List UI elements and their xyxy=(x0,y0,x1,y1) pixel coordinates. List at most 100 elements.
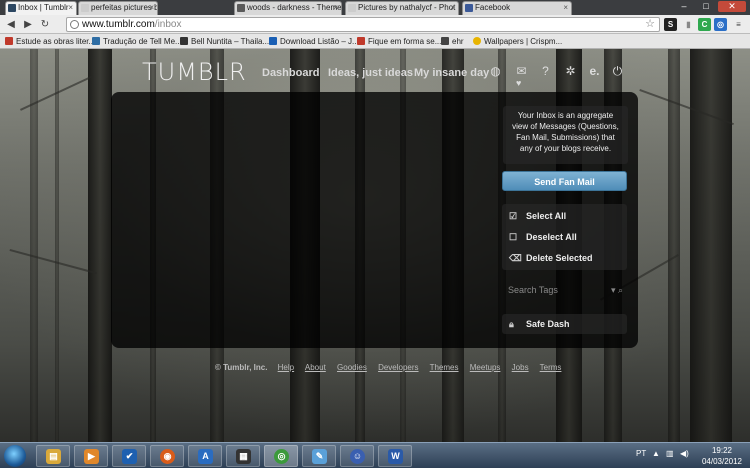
close-tab-icon[interactable]: × xyxy=(563,2,568,14)
show-hidden-icons-icon[interactable]: ▲ xyxy=(652,449,660,458)
bookmarks-bar: Estude as obras liter... Tradução de Tel… xyxy=(0,34,750,49)
taskbar-button[interactable]: ▤ xyxy=(36,445,70,467)
e-icon[interactable]: e. xyxy=(587,64,602,79)
minimize-window-icon[interactable]: – xyxy=(674,1,694,12)
facebook-favicon-icon xyxy=(465,4,473,12)
safe-dash-toggle[interactable]: 🔒︎ Safe Dash xyxy=(502,314,627,334)
bookmark-label: Bell Nuntita – Thaila... xyxy=(191,37,270,46)
tab-perfeitas-pictures[interactable]: perfeitas pictures by nathaly × xyxy=(78,1,158,15)
search-tags-input[interactable]: Search Tags ▾ ⌕ xyxy=(502,282,627,298)
taskbar-button[interactable]: ▦ xyxy=(226,445,260,467)
bookmark-label: Download Listão – J... xyxy=(280,37,359,46)
footer-link-about[interactable]: About xyxy=(305,363,326,372)
bookmark-favicon-icon xyxy=(473,37,481,45)
maximize-window-icon[interactable]: □ xyxy=(696,1,716,12)
tumblr-logo[interactable]: TUMBLR xyxy=(142,58,247,86)
globe-icon[interactable]: ◍ xyxy=(488,64,503,79)
taskbar-button-active[interactable]: ◎ xyxy=(264,445,298,467)
tab-label: Pictures by nathalycf - Phot xyxy=(358,3,456,12)
select-all-button[interactable]: ☑ Select All xyxy=(502,206,627,226)
taskbar-button[interactable]: ☺ xyxy=(340,445,374,467)
footer-copyright: © Tumblr, Inc. xyxy=(215,363,268,372)
forward-arrow-icon[interactable]: ▶ xyxy=(21,18,35,32)
taskbar-button[interactable]: ✔ xyxy=(112,445,146,467)
back-arrow-icon[interactable]: ◀ xyxy=(4,18,18,32)
nav-dashboard[interactable]: Dashboard xyxy=(262,67,319,79)
close-window-icon[interactable]: ✕ xyxy=(718,1,746,12)
browser-toolbar: ◀ ▶ ↻ www.tumblr.com/inbox ☆ S ▮ C ◎ ≡ xyxy=(0,15,750,34)
tab-inbox-tumblr[interactable]: Inbox | Tumblr × xyxy=(5,1,77,15)
bookmark-item[interactable]: Wallpapers | Crispm... xyxy=(473,36,562,47)
delete-selected-button[interactable]: ⌫ Delete Selected xyxy=(502,248,627,268)
footer-link-meetups[interactable]: Meetups xyxy=(470,363,501,372)
address-path: /inbox xyxy=(154,19,182,30)
bookmark-favicon-icon xyxy=(180,37,188,45)
bookmark-item[interactable]: Estude as obras liter... xyxy=(5,36,95,47)
bookmark-favicon-icon xyxy=(357,37,365,45)
power-icon[interactable]: ⏻ xyxy=(610,64,625,79)
gear-icon[interactable]: ✲ xyxy=(563,64,578,79)
taskbar-button[interactable]: ◉ xyxy=(150,445,184,467)
network-icon[interactable]: ▥ xyxy=(666,449,674,458)
system-clock[interactable]: 19:22 04/03/2012 xyxy=(697,445,747,467)
close-tab-icon[interactable]: × xyxy=(68,2,73,14)
footer-link-developers[interactable]: Developers xyxy=(378,363,418,372)
extension-globe-icon[interactable]: ◎ xyxy=(714,18,727,31)
bookmark-item[interactable]: Bell Nuntita – Thaila... xyxy=(180,36,269,47)
mail-heart-icon[interactable]: ✉ ♥ xyxy=(514,64,529,88)
bookmark-star-icon[interactable]: ☆ xyxy=(645,18,655,31)
nav-blog-insane-day[interactable]: My insane day xyxy=(414,67,489,79)
bookmark-item[interactable]: Download Listão – J... xyxy=(269,36,359,47)
footer-link-help[interactable]: Help xyxy=(278,363,294,372)
footer-link-jobs[interactable]: Jobs xyxy=(512,363,529,372)
close-tab-icon[interactable]: × xyxy=(333,2,338,14)
bookmark-item[interactable]: Fique em forma se... xyxy=(357,36,441,47)
page-favicon-icon xyxy=(348,4,356,12)
footer-link-goodies[interactable]: Goodies xyxy=(337,363,367,372)
footer-link-terms[interactable]: Terms xyxy=(540,363,562,372)
footer-link-themes[interactable]: Themes xyxy=(430,363,459,372)
signal-icon[interactable]: ▮ xyxy=(682,18,695,31)
media-player-taskbar-icon: ▶ xyxy=(84,449,99,464)
deselect-all-label: Deselect All xyxy=(526,232,577,242)
bookmark-label: Wallpapers | Crispm... xyxy=(484,37,563,46)
bookmark-item[interactable]: Tradução de Tell Me... xyxy=(92,36,182,47)
tab-label: perfeitas pictures by nathaly xyxy=(91,3,157,12)
close-tab-icon[interactable]: × xyxy=(149,2,154,14)
extension-s-icon[interactable]: S xyxy=(664,18,677,31)
bookmark-label: Tradução de Tell Me... xyxy=(103,37,182,46)
send-fan-mail-button[interactable]: Send Fan Mail xyxy=(502,171,627,191)
tab-pictures-nathalycf[interactable]: Pictures by nathalycf - Phot × xyxy=(345,1,459,15)
extension-c-icon[interactable]: C xyxy=(698,18,711,31)
messenger-taskbar-icon: ☺ xyxy=(350,449,365,464)
bookmark-item[interactable]: ehr xyxy=(441,36,464,47)
tumblr-favicon-icon xyxy=(8,4,16,12)
clock-date: 04/03/2012 xyxy=(701,457,743,466)
explorer-taskbar-icon: ▤ xyxy=(46,449,61,464)
volume-icon[interactable]: ◀) xyxy=(680,449,689,458)
tab-woods-darkness[interactable]: woods - darkness - Themes × xyxy=(234,1,342,15)
select-all-icon: ☑ xyxy=(509,211,518,221)
taskbar-button[interactable]: ✎ xyxy=(302,445,336,467)
start-button-windows-icon[interactable] xyxy=(4,445,26,467)
film-app-taskbar-icon: ▦ xyxy=(236,449,251,464)
bookmark-favicon-icon xyxy=(5,37,13,45)
inbox-info-text: Your Inbox is an aggregate view of Messa… xyxy=(512,111,619,153)
taskbar-button[interactable]: A xyxy=(188,445,222,467)
checkmark-app-taskbar-icon: ✔ xyxy=(122,449,137,464)
search-icon[interactable]: ▾ ⌕ xyxy=(611,282,623,298)
deselect-all-button[interactable]: ☐ Deselect All xyxy=(502,227,627,247)
browser-tab-strip: Inbox | Tumblr × perfeitas pictures by n… xyxy=(0,0,750,15)
help-icon[interactable]: ? xyxy=(538,64,553,79)
paint-taskbar-icon: ✎ xyxy=(312,449,327,464)
taskbar-button[interactable]: W xyxy=(378,445,412,467)
reload-icon[interactable]: ↻ xyxy=(38,18,52,32)
firefox-taskbar-icon: ◉ xyxy=(160,449,175,464)
nav-blog-ideas[interactable]: Ideas, just ideas xyxy=(328,67,413,79)
language-indicator[interactable]: PT xyxy=(636,449,646,458)
taskbar-button[interactable]: ▶ xyxy=(74,445,108,467)
tab-facebook[interactable]: Facebook × xyxy=(462,1,572,15)
close-tab-icon[interactable]: × xyxy=(450,2,455,14)
address-bar[interactable]: www.tumblr.com/inbox ☆ xyxy=(66,17,660,32)
wrench-menu-icon[interactable]: ≡ xyxy=(732,18,745,31)
